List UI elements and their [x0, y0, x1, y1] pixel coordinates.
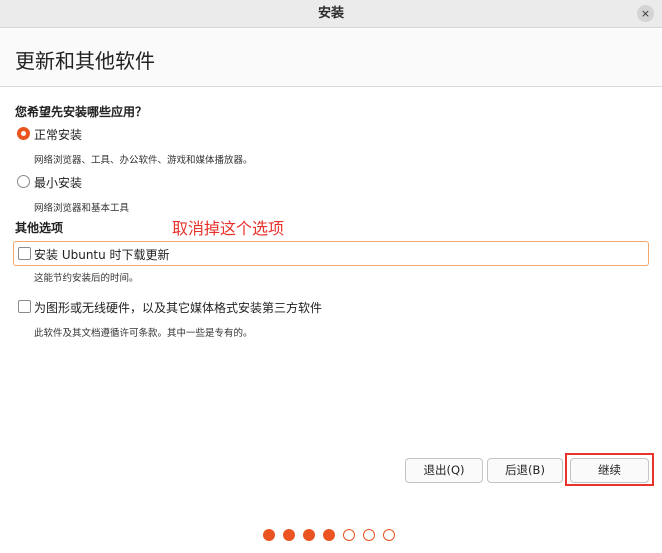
window-title: 安装 — [317, 6, 344, 21]
progress-dot — [343, 529, 355, 541]
annotation-box — [565, 453, 654, 486]
download-updates-label[interactable]: 安装 Ubuntu 时下载更新 — [34, 246, 170, 263]
third-party-checkbox[interactable] — [18, 300, 31, 313]
annotation-text: 取消掉这个选项 — [172, 219, 285, 238]
close-icon[interactable]: × — [637, 5, 654, 22]
third-party-label[interactable]: 为图形或无线硬件，以及其它媒体格式安装第三方软件 — [34, 299, 322, 316]
third-party-description: 此软件及其文档遵循许可条款。其中一些是专有的。 — [34, 328, 253, 339]
download-updates-description: 这能节约安装后的时间。 — [34, 273, 139, 284]
progress-dots — [263, 529, 395, 541]
other-options-heading: 其他选项 — [15, 221, 64, 235]
progress-dot — [363, 529, 375, 541]
progress-dot — [303, 529, 315, 541]
minimal-install-label[interactable]: 最小安装 — [34, 174, 82, 191]
radio-minimal-install[interactable] — [17, 175, 30, 188]
progress-dot — [263, 529, 275, 541]
quit-button[interactable]: 退出(Q) — [405, 458, 483, 483]
radio-normal-install[interactable] — [17, 127, 30, 140]
normal-install-description: 网络浏览器、工具、办公软件、游戏和媒体播放器。 — [34, 155, 253, 166]
back-button[interactable]: 后退(B) — [487, 458, 563, 483]
page-title: 更新和其他软件 — [15, 49, 155, 73]
question-label: 您希望先安装哪些应用？ — [15, 105, 148, 119]
progress-dot — [283, 529, 295, 541]
download-updates-checkbox[interactable] — [18, 247, 31, 260]
page-header: 更新和其他软件 — [0, 29, 662, 87]
minimal-install-description: 网络浏览器和基本工具 — [34, 203, 130, 214]
progress-dot — [383, 529, 395, 541]
normal-install-label[interactable]: 正常安装 — [34, 126, 82, 143]
progress-dot — [323, 529, 335, 541]
title-bar: 安装 × — [0, 0, 662, 28]
